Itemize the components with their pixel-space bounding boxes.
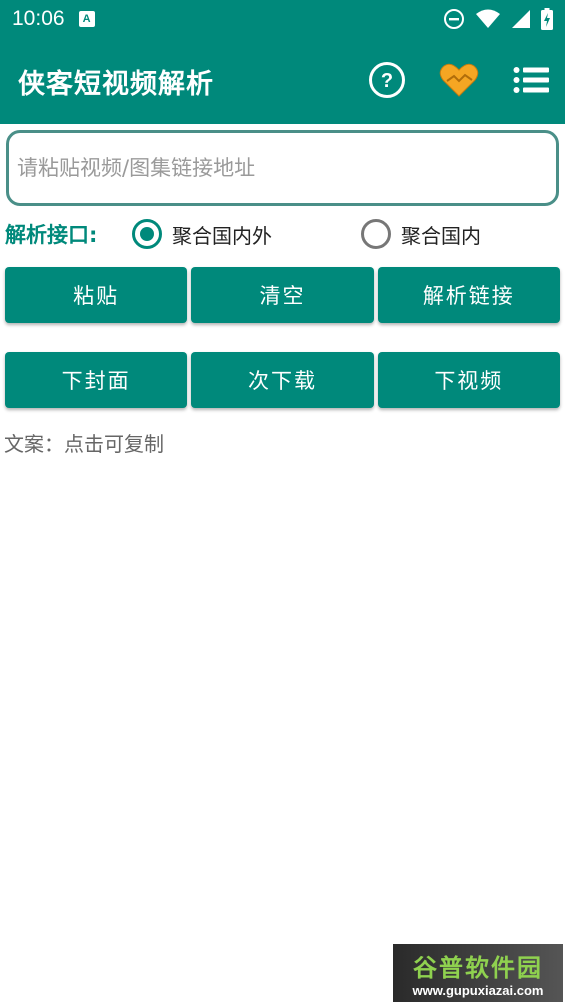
do-not-disturb-icon xyxy=(444,9,464,29)
clear-button[interactable]: 清空 xyxy=(191,267,374,323)
battery-icon xyxy=(541,8,553,30)
download-cover-button[interactable]: 下封面 xyxy=(5,352,188,408)
watermark: 谷普软件园 www.gupuxiazai.com xyxy=(393,944,563,1002)
status-bar: 10:06 A xyxy=(0,0,565,38)
menu-list-icon xyxy=(513,67,549,93)
api-label: 解析接口: xyxy=(5,223,98,247)
radio-checked-icon[interactable] xyxy=(132,219,162,249)
menu-button[interactable] xyxy=(511,60,551,100)
url-input-container[interactable] xyxy=(6,130,559,206)
status-icons xyxy=(443,8,553,30)
secondary-download-button[interactable]: 次下载 xyxy=(191,352,374,408)
svg-text:?: ? xyxy=(381,70,393,92)
radio-option-label: 聚合国内 xyxy=(401,223,481,248)
caption-copy-text[interactable]: 文案：点击可复制 xyxy=(4,428,164,457)
heart-icon xyxy=(439,63,479,97)
help-button[interactable]: ? xyxy=(367,60,407,100)
watermark-title: 谷普软件园 xyxy=(413,954,543,982)
radio-option-domestic[interactable]: 聚合国内 xyxy=(361,219,481,249)
app-actions: ? xyxy=(367,60,551,100)
notification-icon: A xyxy=(78,11,95,27)
radio-unchecked-icon[interactable] xyxy=(361,219,391,249)
watermark-url: www.gupuxiazai.com xyxy=(412,983,544,998)
action-buttons-row-2: 下封面 次下载 下视频 xyxy=(5,352,560,408)
favorite-button[interactable] xyxy=(439,60,479,100)
parse-link-button[interactable]: 解析链接 xyxy=(377,267,560,323)
help-icon: ? xyxy=(369,62,405,98)
radio-option-label: 聚合国内外 xyxy=(172,223,272,248)
radio-option-domestic-foreign[interactable]: 聚合国内外 xyxy=(132,219,272,249)
app-title: 侠客短视频解析 xyxy=(18,68,214,100)
paste-button[interactable]: 粘贴 xyxy=(5,267,188,323)
action-buttons-row-1: 粘贴 清空 解析链接 xyxy=(5,267,560,323)
wifi-icon xyxy=(476,9,500,28)
url-input[interactable] xyxy=(17,156,548,180)
status-time: 10:06 xyxy=(12,7,65,30)
signal-icon xyxy=(512,10,530,28)
api-selector: 解析接口: 聚合国内外 聚合国内 xyxy=(5,216,560,252)
download-video-button[interactable]: 下视频 xyxy=(377,352,560,408)
app-bar: 侠客短视频解析 ? xyxy=(0,38,565,124)
